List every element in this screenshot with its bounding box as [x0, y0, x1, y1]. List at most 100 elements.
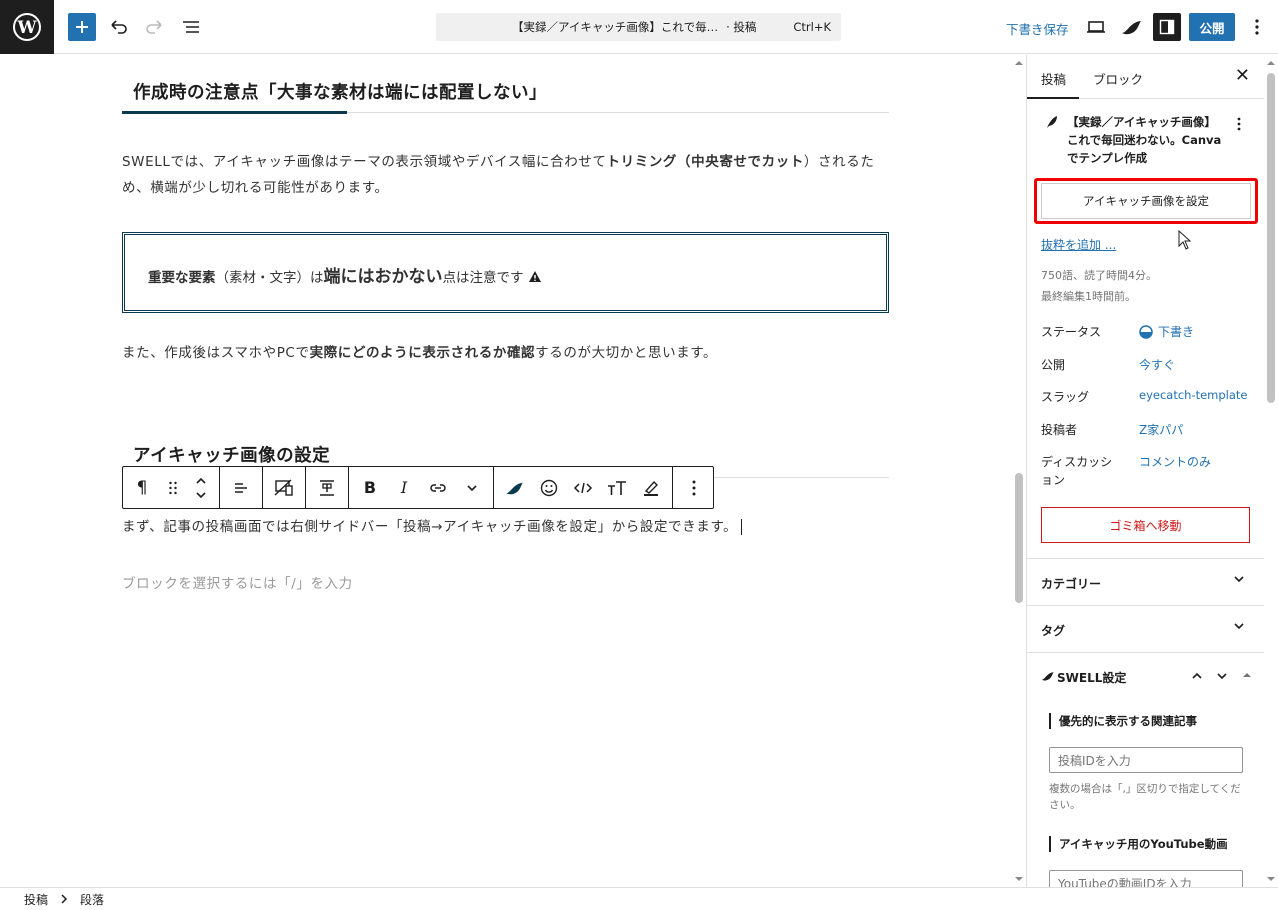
set-featured-image-button[interactable]: アイキャッチ画像を設定	[1041, 183, 1251, 219]
code-icon	[573, 482, 593, 493]
options-button[interactable]	[1243, 13, 1271, 41]
scroll-up-icon	[1267, 61, 1275, 65]
more-vertical-icon	[692, 480, 696, 495]
move-block-button[interactable]	[187, 467, 215, 508]
caret-up-icon[interactable]	[1242, 670, 1252, 680]
document-title: 【実録／アイキャッチ画像】これで毎…	[512, 20, 719, 34]
scrollbar-thumb[interactable]	[1015, 473, 1023, 603]
tab-post[interactable]: 投稿	[1041, 69, 1066, 88]
text-run: まず、記事の投稿画面では右側サイドバー「投稿→アイキャッチ画像を設定」から設定で…	[122, 519, 738, 535]
breadcrumb-post[interactable]: 投稿	[24, 891, 48, 908]
sidebar-scrollbar[interactable]	[1264, 55, 1278, 887]
highlight-button[interactable]	[634, 467, 668, 508]
paragraph-block[interactable]: また、作成後はスマホやPCで実際にどのように表示されるか確認するのが大切かと思い…	[122, 340, 892, 366]
bold-button[interactable]: B	[353, 467, 387, 508]
category-panel[interactable]: カテゴリー	[1027, 558, 1264, 605]
device-hide-icon	[274, 478, 293, 496]
discussion-value[interactable]: コメントのみ	[1139, 453, 1211, 470]
text-run: また、作成後はスマホやPCで	[122, 345, 310, 361]
list-view-icon	[183, 21, 199, 33]
italic-icon: I	[400, 478, 408, 497]
emoji-button[interactable]	[532, 467, 566, 508]
row-label: ステータス	[1041, 325, 1102, 339]
close-icon[interactable]: ✕	[1235, 65, 1250, 86]
more-vertical-icon	[1255, 19, 1259, 35]
paragraph-block[interactable]: まず、記事の投稿画面では右側サイドバー「投稿→アイキャッチ画像を設定」から設定で…	[122, 514, 892, 540]
callout-box-block[interactable]: 重要な要素（素材・文字）は端にはおかない点は注意です	[122, 232, 889, 313]
slug-value[interactable]: eyecatch-template	[1139, 388, 1248, 402]
inline-code-button[interactable]	[566, 467, 600, 508]
text-run: 点は注意です	[442, 270, 524, 286]
link-button[interactable]	[421, 467, 455, 508]
editor-canvas: 作成時の注意点「大事な素材は端には配置しない」 SWELLでは、アイキャッチ画像…	[0, 55, 1012, 887]
row-label: 投稿者	[1041, 423, 1078, 437]
chevron-up-down-icon	[196, 477, 206, 498]
italic-button[interactable]: I	[387, 467, 421, 508]
swell-button[interactable]	[1118, 13, 1146, 41]
settings-toggle-button[interactable]	[1153, 13, 1181, 41]
text-caret	[741, 519, 743, 535]
swell-format-button[interactable]	[498, 467, 532, 508]
redo-button[interactable]	[140, 13, 168, 41]
paragraph-block[interactable]: SWELLでは、アイキャッチ画像はテーマの表示領域やデバイス幅に合わせてトリミン…	[122, 149, 892, 201]
last-edited: 最終編集1時間前。	[1041, 290, 1136, 303]
breadcrumb-paragraph[interactable]: 段落	[80, 891, 104, 908]
post-feather-icon	[1047, 116, 1057, 128]
editor-scrollbar[interactable]	[1012, 55, 1026, 887]
block-placeholder[interactable]: ブロックを選択するには「/」を入力	[122, 572, 353, 592]
sidebar-tabs: 投稿 ブロック ✕	[1027, 55, 1264, 99]
redo-icon	[146, 20, 162, 34]
preview-button[interactable]	[1082, 13, 1110, 41]
post-id-input[interactable]: 投稿IDを入力	[1049, 747, 1243, 773]
add-excerpt-link[interactable]: 抜粋を追加 ...	[1041, 236, 1116, 253]
device-visibility-button[interactable]	[267, 467, 301, 508]
author-value[interactable]: Z家パパ	[1139, 421, 1183, 438]
plus-icon	[76, 21, 88, 33]
link-icon	[430, 483, 446, 492]
undo-button[interactable]	[105, 13, 133, 41]
chevron-up-icon[interactable]	[1191, 670, 1203, 682]
sidebar-icon	[1159, 19, 1175, 35]
align-button[interactable]	[224, 467, 258, 508]
margin-button[interactable]	[310, 467, 344, 508]
tab-block[interactable]: ブロック	[1093, 69, 1143, 88]
panel-title[interactable]: SWELL設定	[1057, 669, 1126, 686]
wordpress-logo-icon[interactable]: W	[0, 0, 54, 54]
row-value: 下書き	[1158, 325, 1195, 339]
more-formats-button[interactable]	[455, 467, 489, 508]
post-title-summary: 【実録／アイキャッチ画像】これで毎回迷わない。Canvaでテンプレ作成	[1067, 115, 1222, 165]
row-label: 公開	[1041, 358, 1066, 372]
move-to-trash-button[interactable]: ゴミ箱へ移動	[1041, 507, 1250, 543]
add-block-button[interactable]	[68, 13, 96, 41]
post-id-help: 複数の場合は「,」区切りで指定してください。	[1049, 783, 1241, 811]
related-posts-label: 優先的に表示する関連記事	[1049, 713, 1197, 729]
heading-block[interactable]: 作成時の注意点「大事な素材は端には配置しない」	[133, 79, 547, 104]
panel-title: タグ	[1041, 624, 1066, 638]
chevron-down-icon[interactable]	[1216, 670, 1228, 682]
desktop-icon	[1087, 21, 1105, 33]
undo-icon	[111, 20, 127, 34]
paragraph-type-button[interactable]: ¶	[125, 467, 159, 508]
status-value[interactable]: 下書き	[1139, 323, 1194, 340]
tag-panel[interactable]: タグ	[1027, 605, 1264, 652]
scrollbar-thumb[interactable]	[1267, 73, 1275, 403]
bold-text: 端にはおかない	[323, 267, 443, 287]
bold-text: 重要な要素	[148, 270, 216, 286]
save-draft-button[interactable]: 下書き保存	[1006, 19, 1069, 38]
more-vertical-icon[interactable]	[1237, 117, 1241, 131]
publish-date-value[interactable]: 今すぐ	[1139, 356, 1175, 373]
svg-text:W: W	[16, 18, 37, 38]
bold-text: トリミング（中央寄せでカット	[606, 154, 804, 170]
document-title-bar[interactable]: 【実録／アイキャッチ画像】これで毎… · 投稿 Ctrl+K	[436, 13, 841, 41]
document-overview-button[interactable]	[177, 13, 205, 41]
heading-block[interactable]: アイキャッチ画像の設定	[133, 442, 330, 467]
youtube-id-input[interactable]: YouTubeの動画IDを入力	[1049, 870, 1243, 887]
publish-button[interactable]: 公開	[1189, 13, 1235, 41]
drag-handle[interactable]	[159, 467, 187, 508]
block-options-button[interactable]	[677, 467, 711, 508]
scroll-down-icon	[1015, 877, 1023, 881]
font-size-button[interactable]	[600, 467, 634, 508]
chevron-down-icon	[1234, 576, 1244, 583]
spacing-icon	[320, 479, 334, 496]
bold-text: 実際にどのように表示されるか確認	[309, 345, 536, 361]
